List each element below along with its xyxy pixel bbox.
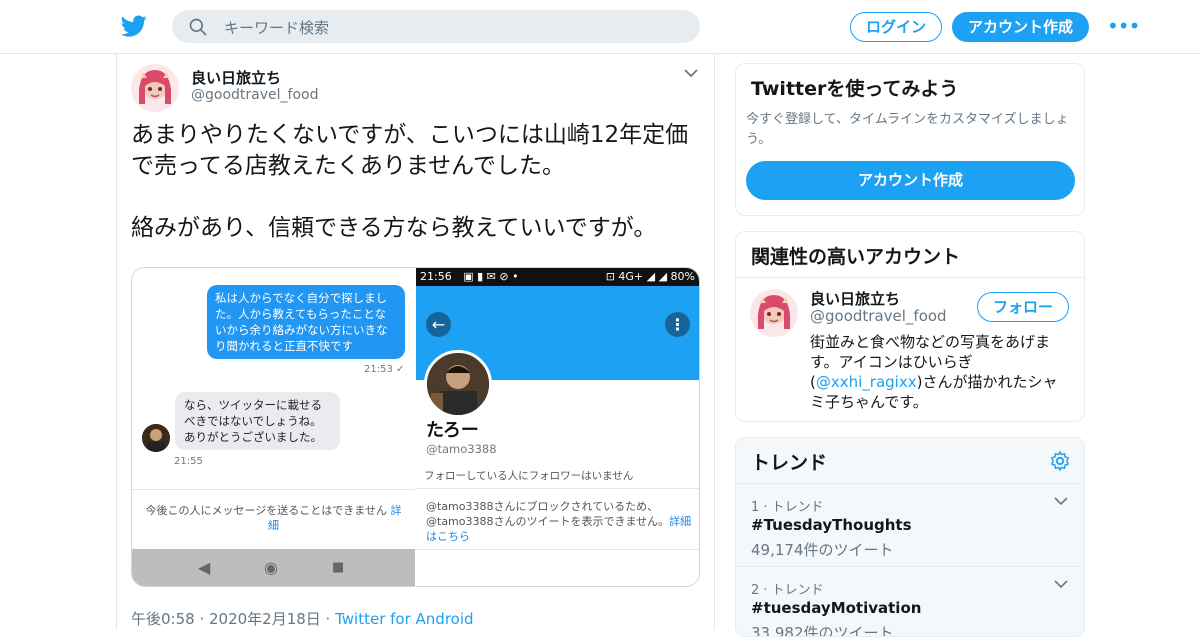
- divider: [416, 488, 699, 489]
- chevron-down-icon[interactable]: [1054, 496, 1068, 506]
- incoming-message: なら、ツイッターに載せるべきではないでしょうね。ありがとうございました。: [175, 392, 340, 450]
- avatar[interactable]: [750, 289, 798, 337]
- signup-card-title: Twitterを使ってみよう: [751, 78, 959, 100]
- search-input[interactable]: キーワード検索: [172, 10, 700, 43]
- twitter-bird-icon[interactable]: [120, 13, 148, 39]
- kebab-menu-icon: ⋮: [665, 312, 690, 337]
- divider: [736, 277, 1084, 278]
- trend-count: 49,174件のツイート: [751, 541, 894, 559]
- blocked-text: @tamo3388さんにブロックされているため、@tamo3388さんのツイート…: [426, 500, 670, 528]
- status-right: ⊡ 4G+ ◢ ◢ 80%: [605, 270, 695, 283]
- author-handle[interactable]: @goodtravel_food: [191, 87, 318, 103]
- message-time: 21:53 ✓: [364, 364, 405, 375]
- nav-home-icon: ◉: [264, 558, 278, 577]
- tweet-timestamp[interactable]: 午後0:58 · 2020年2月18日 ·: [131, 610, 335, 628]
- author-name[interactable]: 良い日旅立ち: [191, 67, 281, 88]
- nav-recent-icon: ■: [332, 560, 345, 575]
- follow-button[interactable]: フォロー: [977, 292, 1069, 322]
- related-account-handle[interactable]: @goodtravel_food: [810, 307, 947, 325]
- status-time: 21:56: [420, 270, 452, 283]
- related-card-title: 関連性の高いアカウント: [751, 246, 961, 268]
- signup-card-button[interactable]: アカウント作成: [746, 161, 1075, 200]
- nav-back-icon: ◀: [198, 558, 211, 577]
- signup-button[interactable]: アカウント作成: [952, 12, 1089, 42]
- more-icon[interactable]: •••: [1107, 16, 1140, 36]
- message-time: 21:55: [174, 456, 203, 467]
- trend-tag[interactable]: #TuesdayThoughts: [751, 516, 912, 534]
- tweet-meta: 午後0:58 · 2020年2月18日 · Twitter for Androi…: [131, 608, 474, 629]
- tweet-source-link[interactable]: Twitter for Android: [335, 610, 473, 628]
- related-account-name[interactable]: 良い日旅立ち: [810, 288, 900, 309]
- trends-card: トレンド 1 · トレンド #TuesdayThoughts 49,174件のツ…: [735, 437, 1085, 637]
- avatar[interactable]: [131, 64, 179, 112]
- status-icons: ▣ ▮ ✉ ⊘ •: [463, 270, 519, 283]
- signup-card-subtitle: 今すぐ登録して、タイムラインをカスタマイズしましょう。: [746, 112, 1069, 147]
- related-account-bio: 街並みと食べ物などの写真をあげます。アイコンはひいらぎ(@xxhi_ragixx…: [810, 332, 1072, 412]
- divider: [132, 489, 415, 490]
- back-arrow-icon: ←: [426, 312, 451, 337]
- profile-name: たろー: [426, 420, 479, 441]
- related-accounts-card: 関連性の高いアカウント 良い日旅立ち @goodtravel_food フォロー…: [735, 231, 1085, 422]
- gear-icon[interactable]: [1049, 450, 1071, 472]
- search-placeholder: キーワード検索: [224, 19, 330, 37]
- chevron-down-icon[interactable]: [683, 66, 699, 80]
- chat-blocked-note: 今後この人にメッセージを送ることはできません 詳細: [142, 503, 405, 533]
- trends-card-title: トレンド: [751, 452, 828, 474]
- profile-follow-info: フォローしている人にフォロワーはいません: [424, 470, 634, 482]
- chat-avatar: [142, 424, 170, 452]
- profile-handle: @tamo3388: [426, 442, 497, 456]
- search-icon: [189, 18, 207, 36]
- android-nav-bar: ◀ ◉ ■: [132, 549, 415, 586]
- trend-meta: 2 · トレンド: [751, 583, 824, 598]
- bio-mention-link[interactable]: @xxhi_ragixx: [816, 373, 917, 391]
- trend-item[interactable]: 2 · トレンド #tuesdayMotivation 33,982件のツイート: [736, 567, 1084, 636]
- media-chat-screenshot: 私は人からでなく自分で探しました。人から教えてもらったことないから余り絡みがない…: [132, 268, 415, 586]
- status-bar: 21:56 ▣ ▮ ✉ ⊘ • ⊡ 4G+ ◢ ◢ 80%: [416, 268, 699, 286]
- trend-tag[interactable]: #tuesdayMotivation: [751, 599, 921, 617]
- divider: [416, 549, 699, 550]
- tweet-media[interactable]: 私は人からでなく自分で探しました。人から教えてもらったことないから余り絡みがない…: [131, 267, 700, 587]
- tweet-detail: 良い日旅立ち @goodtravel_food あまりやりたくないですが、こいつ…: [116, 54, 715, 630]
- profile-blocked-note: @tamo3388さんにブロックされているため、@tamo3388さんのツイート…: [426, 499, 696, 544]
- signup-card: Twitterを使ってみよう 今すぐ登録して、タイムラインをカスタマイズしましょ…: [735, 63, 1085, 216]
- profile-avatar: [424, 350, 492, 418]
- chat-note-text: 今後この人にメッセージを送ることはできません: [145, 504, 391, 517]
- media-profile-screenshot: 21:56 ▣ ▮ ✉ ⊘ • ⊡ 4G+ ◢ ◢ 80% ← ⋮ たろー @t…: [416, 268, 699, 586]
- trend-meta: 1 · トレンド: [751, 500, 824, 515]
- chevron-down-icon[interactable]: [1054, 579, 1068, 589]
- login-button[interactable]: ログイン: [850, 12, 942, 42]
- top-bar: キーワード検索 ログイン アカウント作成 •••: [0, 0, 1200, 54]
- tweet-text: あまりやりたくないですが、こいつには山崎12年定価で売ってる店教えたくありません…: [131, 122, 689, 241]
- outgoing-message: 私は人からでなく自分で探しました。人から教えてもらったことないから余り絡みがない…: [207, 285, 405, 359]
- trend-item[interactable]: 1 · トレンド #TuesdayThoughts 49,174件のツイート: [736, 484, 1084, 567]
